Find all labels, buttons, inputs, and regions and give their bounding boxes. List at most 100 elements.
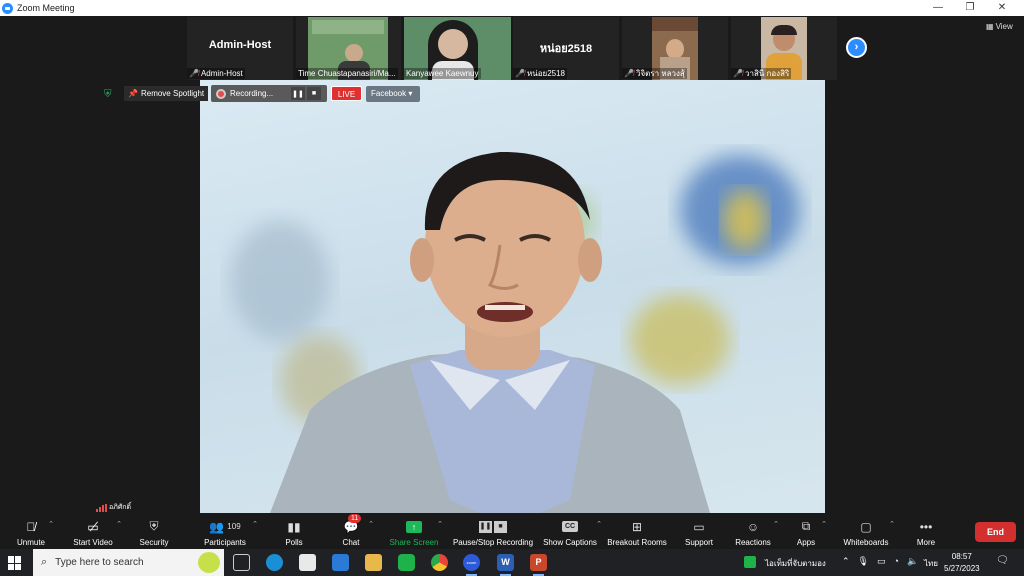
chevron-up-icon[interactable]: ⌃ bbox=[889, 520, 895, 528]
reactions-icon: ☺ bbox=[746, 519, 760, 534]
volume-icon[interactable]: 🔈 bbox=[907, 556, 918, 567]
restore-button[interactable]: ❐ bbox=[954, 0, 986, 16]
apps-button[interactable]: ⧉ Apps ⌃ bbox=[793, 518, 827, 548]
pause-stop-recording-button[interactable]: ❚❚ ■ Pause/Stop Recording bbox=[451, 518, 535, 548]
chrome-browser-icon[interactable] bbox=[431, 554, 448, 571]
participant-tile-time[interactable]: Time Chuastapanasiri/Ma... bbox=[296, 17, 401, 80]
pause-stop-recording-label: Pause/Stop Recording bbox=[452, 538, 534, 547]
recording-label: Recording... bbox=[230, 89, 274, 98]
chevron-up-icon[interactable]: ⌃ bbox=[368, 520, 374, 528]
live-badge[interactable]: LIVE bbox=[331, 86, 362, 101]
powerpoint-app-icon[interactable]: P bbox=[530, 554, 547, 576]
start-video-label: Start Video bbox=[73, 538, 113, 547]
muted-mic-icon: 🎤̸ bbox=[189, 69, 199, 78]
participant-name: Kanyawee Kaewnuy bbox=[406, 69, 479, 78]
chevron-up-icon[interactable]: ⌃ bbox=[842, 556, 850, 567]
unmute-button[interactable]: 🎙̸ Unmute ⌃ bbox=[10, 518, 54, 548]
participant-tile-kanyawee[interactable]: Kanyawee Kaewnuy bbox=[404, 17, 511, 80]
muted-mic-icon: 🎤̸ bbox=[624, 69, 634, 78]
chat-unread-badge: 11 bbox=[348, 514, 362, 523]
share-screen-button[interactable]: ↑ Share Screen ⌃ bbox=[387, 518, 443, 548]
security-button[interactable]: ⛨ Security bbox=[134, 518, 174, 548]
chat-label: Chat bbox=[342, 538, 360, 547]
notification-icon[interactable]: 🗨 bbox=[996, 555, 1009, 566]
breakout-rooms-label: Breakout Rooms bbox=[607, 538, 667, 547]
participant-name-label: 🎤̸ หน่อย2518 bbox=[513, 68, 567, 79]
participants-button[interactable]: 👥 109 Participants ⌃ bbox=[200, 518, 258, 548]
participant-name-label: 🎤̸ Admin-Host bbox=[187, 68, 245, 79]
taskbar-clock[interactable]: 08:57 5/27/2023 bbox=[944, 551, 980, 575]
grid-view-icon: ▦ bbox=[986, 22, 994, 31]
stop-recording-button[interactable]: ■ bbox=[307, 87, 321, 100]
edge-browser-icon[interactable] bbox=[266, 554, 283, 571]
next-page-button[interactable]: › bbox=[846, 37, 867, 58]
captions-icon: CC bbox=[542, 518, 598, 535]
windows-taskbar: ⌕ Type here to search zoom W P ไอเท็มที่… bbox=[0, 549, 1024, 576]
zoom-app-icon[interactable]: zoom bbox=[463, 554, 480, 576]
battery-icon[interactable]: ▭ bbox=[877, 556, 886, 567]
recording-indicator: Recording... ❚❚ ■ bbox=[211, 85, 327, 102]
participant-tile-wijittra[interactable]: 🎤̸ วิจิตรา หลวงสุ้ bbox=[622, 17, 728, 80]
participant-tile-admin-host[interactable]: Admin-Host 🎤̸ Admin-Host bbox=[187, 17, 293, 80]
whiteboards-label: Whiteboards bbox=[843, 538, 889, 547]
participant-display-name: Admin-Host bbox=[208, 39, 272, 51]
chevron-up-icon[interactable]: ⌃ bbox=[596, 520, 602, 528]
polls-button[interactable]: ▮▮ Polls bbox=[279, 518, 309, 548]
chevron-up-icon[interactable]: ⌃ bbox=[821, 520, 827, 528]
participant-tile-wasinee[interactable]: 🎤̸ วาสินี กองสิริ bbox=[731, 17, 837, 80]
microsoft-store-icon[interactable] bbox=[299, 554, 316, 571]
mail-icon[interactable] bbox=[332, 554, 349, 571]
show-captions-label: Show Captions bbox=[543, 538, 597, 547]
support-button[interactable]: ▭ Support bbox=[682, 518, 716, 548]
participants-count: 109 bbox=[227, 522, 241, 531]
file-explorer-icon[interactable] bbox=[365, 554, 382, 571]
reactions-button[interactable]: ☺ Reactions ⌃ bbox=[733, 518, 779, 548]
minimize-button[interactable]: — bbox=[922, 0, 954, 16]
line-app-icon[interactable] bbox=[398, 554, 415, 571]
end-meeting-button[interactable]: End bbox=[975, 522, 1016, 542]
participant-name-label: 🎤̸ วิจิตรา หลวงสุ้ bbox=[622, 68, 687, 79]
participant-name: Admin-Host bbox=[200, 69, 243, 78]
more-button[interactable]: ••• More bbox=[912, 518, 940, 548]
task-view-icon[interactable] bbox=[233, 554, 250, 571]
breakout-rooms-button[interactable]: ⊞ Breakout Rooms bbox=[606, 518, 668, 548]
weather-widget-icon[interactable] bbox=[744, 556, 756, 568]
chevron-up-icon[interactable]: ⌃ bbox=[116, 520, 122, 528]
participant-name: วาสินี กองสิริ bbox=[744, 69, 790, 78]
window-title: Zoom Meeting bbox=[17, 3, 75, 13]
whiteboards-button[interactable]: ▢ Whiteboards ⌃ bbox=[841, 518, 895, 548]
show-captions-button[interactable]: CC Show Captions ⌃ bbox=[542, 518, 602, 548]
participant-tile-noi2518[interactable]: หน่อย2518 🎤̸ หน่อย2518 bbox=[513, 17, 619, 80]
security-label: Security bbox=[139, 538, 169, 547]
search-highlight-icon bbox=[198, 552, 220, 573]
whiteboard-icon: ▢ bbox=[860, 519, 872, 534]
support-icon: ▭ bbox=[693, 519, 705, 534]
input-language[interactable]: ไทย bbox=[924, 557, 938, 570]
chevron-up-icon[interactable]: ⌃ bbox=[252, 520, 258, 528]
word-app-icon[interactable]: W bbox=[497, 554, 514, 576]
chevron-up-icon[interactable]: ⌃ bbox=[437, 520, 443, 528]
news-widget-label[interactable]: ไอเท็มที่จับตามอง bbox=[765, 557, 826, 570]
view-button[interactable]: ▦ View bbox=[986, 22, 1013, 31]
facebook-stream-dropdown[interactable]: Facebook ▾ bbox=[366, 86, 420, 102]
chevron-up-icon[interactable]: ⌃ bbox=[773, 520, 779, 528]
wifi-icon[interactable]: ◔ bbox=[894, 556, 899, 567]
chevron-up-icon[interactable]: ⌃ bbox=[48, 520, 54, 528]
participant-name-label: Time Chuastapanasiri/Ma... bbox=[296, 68, 398, 79]
close-window-button[interactable]: ✕ bbox=[986, 0, 1018, 16]
microphone-icon[interactable]: 🎙 bbox=[858, 556, 869, 567]
start-video-button[interactable]: ▭̸ Start Video ⌃ bbox=[68, 518, 122, 548]
participants-icon: 👥 109 bbox=[209, 519, 241, 534]
cc-label: CC bbox=[562, 521, 578, 532]
search-placeholder: Type here to search bbox=[55, 557, 144, 568]
pause-recording-button[interactable]: ❚❚ bbox=[291, 87, 305, 100]
windows-start-icon[interactable] bbox=[8, 556, 22, 570]
remove-spotlight-button[interactable]: 📌 Remove Spotlight bbox=[124, 86, 209, 101]
taskbar-search-input[interactable]: ⌕ Type here to search bbox=[33, 549, 224, 576]
remove-spotlight-label: Remove Spotlight bbox=[140, 89, 205, 98]
chat-button[interactable]: 💬 11 Chat ⌃ bbox=[336, 514, 374, 548]
clock-date: 5/27/2023 bbox=[944, 564, 980, 573]
muted-mic-icon: 🎤̸ bbox=[515, 69, 525, 78]
search-icon: ⌕ bbox=[41, 556, 48, 568]
participant-name: วิจิตรา หลวงสุ้ bbox=[635, 69, 685, 78]
